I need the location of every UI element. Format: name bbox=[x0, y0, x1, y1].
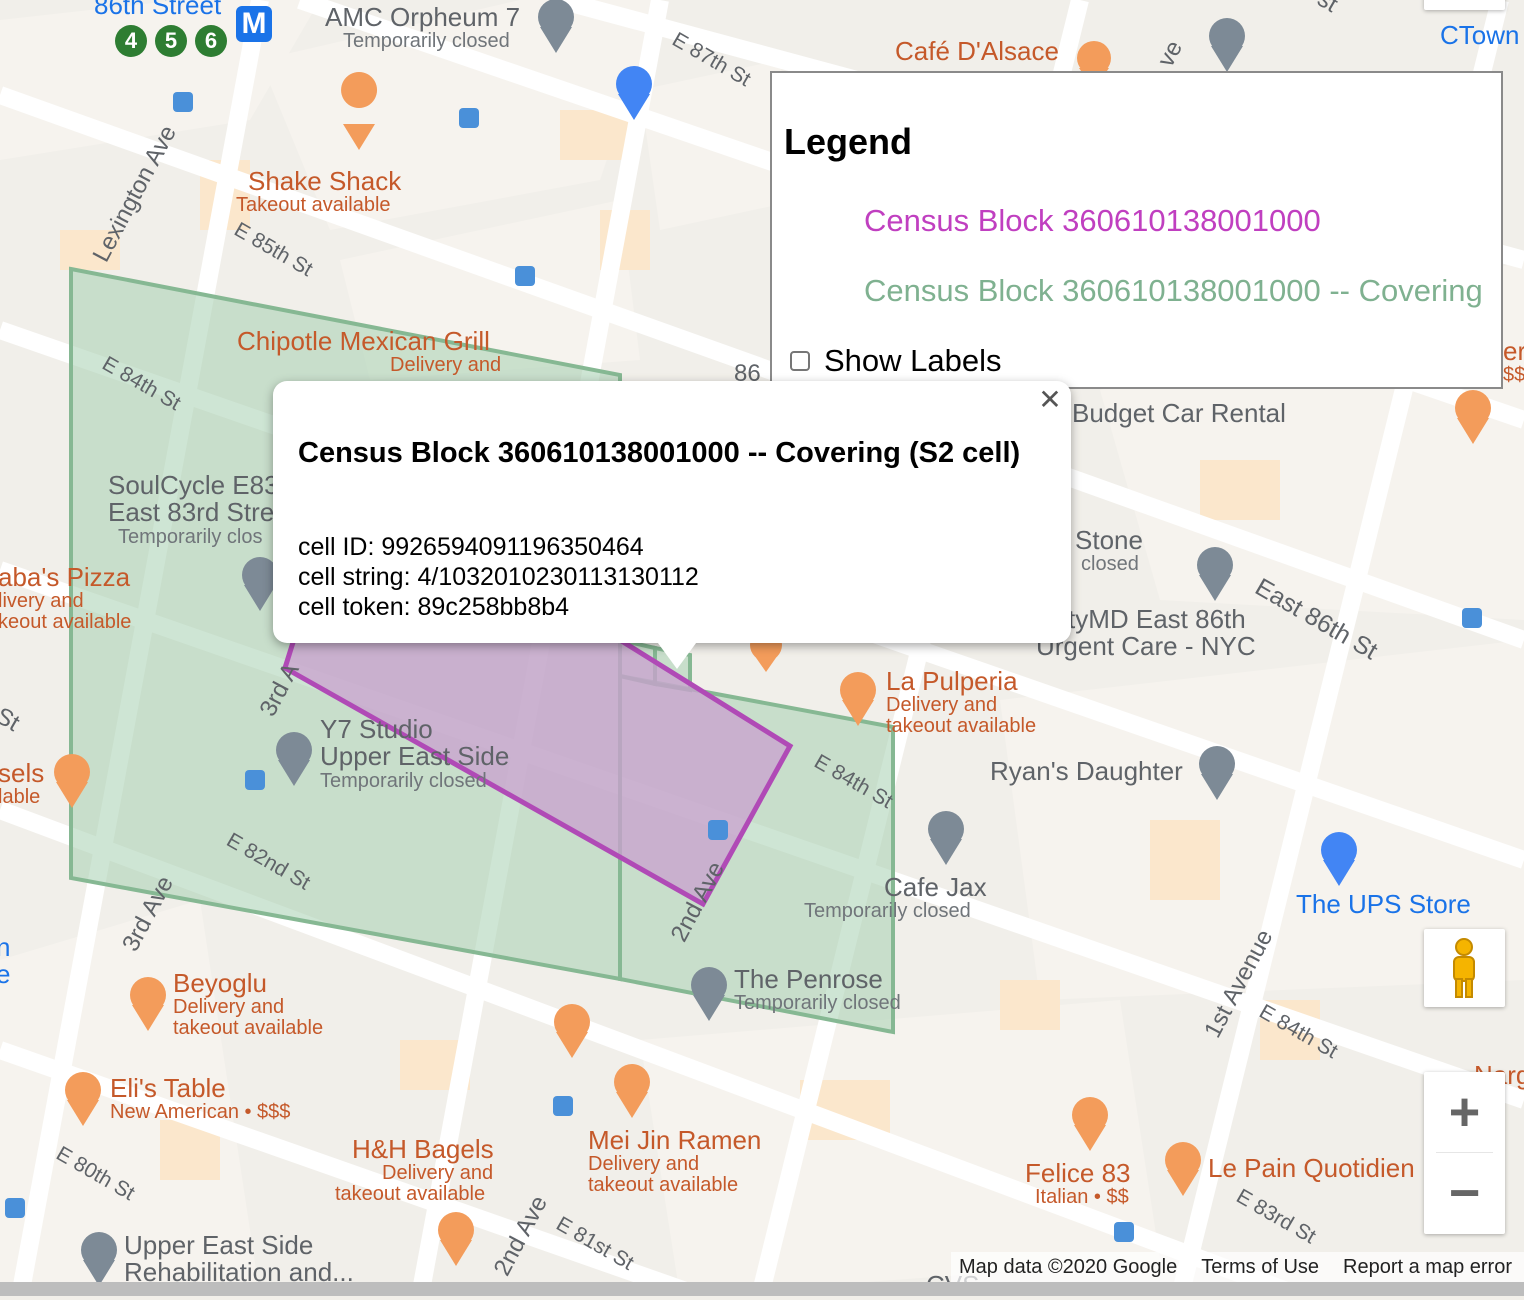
close-icon[interactable]: ✕ bbox=[1035, 385, 1065, 415]
poi-left-edge[interactable]: ne bbox=[0, 933, 10, 989]
map-footer: Map data ©2020 Google Terms of Use Repor… bbox=[950, 1252, 1524, 1282]
legend-panel: Legend Census Block 360610138001000 Cens… bbox=[770, 71, 1503, 389]
terms-link[interactable]: Terms of Use bbox=[1201, 1256, 1319, 1279]
poi-le-pain[interactable]: Le Pain Quotidien bbox=[1208, 1154, 1415, 1182]
poi-right-edge[interactable]: er $$ bbox=[1503, 337, 1524, 386]
show-labels-label: Show Labels bbox=[824, 343, 1002, 378]
poi-beyoglu[interactable]: Beyoglu Delivery and takeout available bbox=[173, 969, 323, 1039]
poi-cafe-dalsace[interactable]: Café D'Alsace bbox=[895, 37, 1059, 65]
horizontal-scrollbar[interactable] bbox=[0, 1282, 1524, 1296]
subway-line-badge: 5 bbox=[155, 25, 187, 57]
poi-cafe-jax[interactable]: Cafe Jax Temporarily closed bbox=[804, 873, 987, 922]
poi-soulcycle[interactable]: SoulCycle E83 East 83rd Stre Temporarily c… bbox=[108, 471, 279, 548]
poi-amc[interactable]: AMC Orpheum 7 Temporarily closed bbox=[325, 3, 520, 52]
cell-id: cell ID: 9926594091196350464 bbox=[298, 533, 644, 561]
poi-y7[interactable]: Y7 Studio Upper East Side Temporarily clos… bbox=[320, 715, 509, 792]
fullscreen-button[interactable] bbox=[1424, 0, 1505, 10]
zoom-out-button[interactable]: − bbox=[1424, 1153, 1505, 1233]
station-label[interactable]: 86th Street bbox=[94, 0, 221, 19]
poi-ctown[interactable]: CTown bbox=[1440, 21, 1519, 49]
street-view-button[interactable] bbox=[1424, 929, 1505, 1007]
poi-citymd[interactable]: tyMD East 86th Urgent Care - NYC bbox=[1036, 605, 1256, 661]
poi-shake-shack[interactable]: Shake Shack Takeout available bbox=[236, 167, 401, 216]
info-window-title: Census Block 360610138001000 -- Covering… bbox=[298, 437, 1021, 469]
pegman-icon bbox=[1453, 938, 1475, 998]
poi-penrose[interactable]: The Penrose Temporarily closed bbox=[734, 965, 901, 1014]
show-labels-checkbox[interactable] bbox=[790, 351, 810, 371]
poi-mei-jin[interactable]: Mei Jin Ramen Delivery and takeout availab… bbox=[588, 1126, 761, 1196]
show-labels-toggle[interactable]: Show Labels bbox=[790, 343, 1002, 379]
poi-pizza[interactable]: aba's Pizza livery and keout available bbox=[0, 563, 131, 633]
subway-line-badge: 6 bbox=[195, 25, 227, 57]
poi-sels[interactable]: sels lable bbox=[0, 759, 44, 808]
poi-ryans[interactable]: Ryan's Daughter bbox=[990, 757, 1183, 785]
map-data-attribution: Map data ©2020 Google bbox=[958, 1255, 1178, 1278]
info-window-tail bbox=[655, 639, 699, 669]
zoom-in-button[interactable]: + bbox=[1424, 1072, 1505, 1152]
poi-rehab[interactable]: Upper East Side Rehabilitation and... bbox=[124, 1231, 354, 1287]
report-error-link[interactable]: Report a map error bbox=[1343, 1256, 1512, 1279]
legend-item-block[interactable]: Census Block 360610138001000 bbox=[864, 203, 1321, 239]
legend-title: Legend bbox=[784, 121, 913, 162]
metro-icon: M bbox=[236, 6, 272, 42]
info-window: ✕ Census Block 360610138001000 -- Coveri… bbox=[273, 381, 1071, 669]
poi-chipotle[interactable]: Chipotle Mexican Grill Delivery and bbox=[237, 327, 501, 376]
legend-item-covering[interactable]: Census Block 360610138001000 -- Covering bbox=[864, 273, 1483, 309]
poi-stone[interactable]: Stone closed bbox=[1075, 526, 1143, 575]
subway-line-badge: 4 bbox=[115, 25, 147, 57]
zoom-control: + − bbox=[1424, 1072, 1505, 1234]
poi-hh-bagels[interactable]: H&H Bagels Delivery and takeout available bbox=[335, 1135, 494, 1205]
poi-ups[interactable]: The UPS Store bbox=[1296, 890, 1471, 918]
cell-token: cell token: 89c258bb8b4 bbox=[298, 593, 570, 621]
poi-felice[interactable]: Felice 83 Italian • $$ bbox=[1025, 1159, 1131, 1208]
poi-budget[interactable]: Budget Car Rental bbox=[1072, 399, 1286, 427]
poi-elis-table[interactable]: Eli's Table New American • $$$ bbox=[110, 1074, 290, 1123]
poi-la-pulperia[interactable]: La Pulperia Delivery and takeout available bbox=[886, 667, 1036, 737]
cell-string: cell string: 4/1032010230113130112 bbox=[298, 563, 699, 591]
